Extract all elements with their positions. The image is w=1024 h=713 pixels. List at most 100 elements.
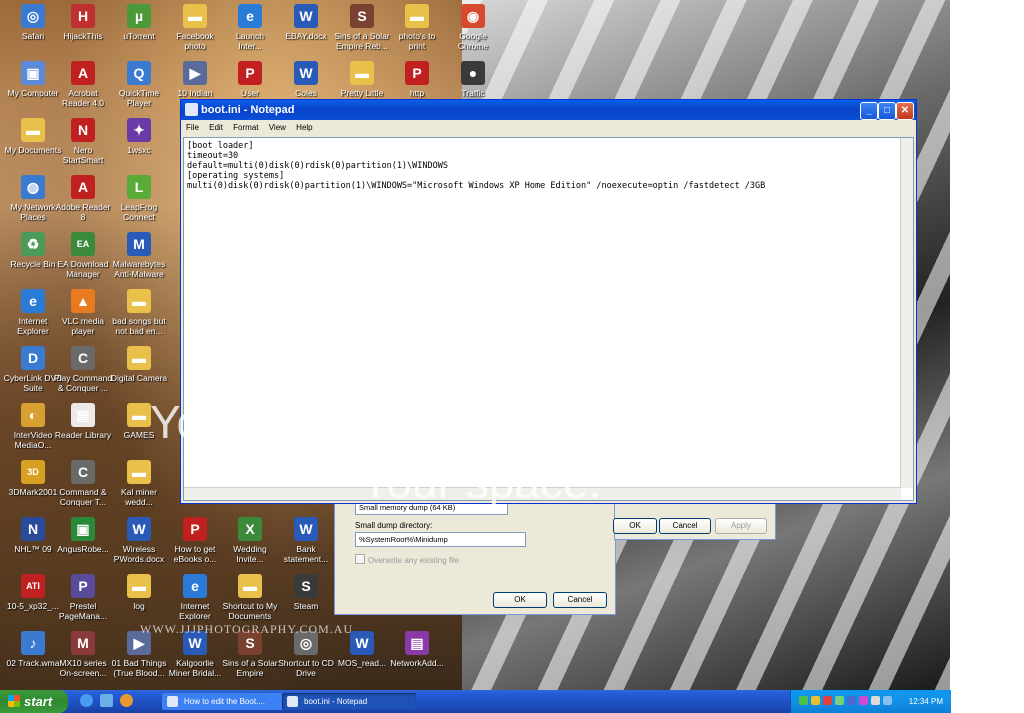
reader-library-icon: ▤ [71, 403, 95, 427]
clock[interactable]: 12:34 PM [909, 690, 943, 713]
tray-icon[interactable] [799, 696, 808, 705]
desktop-icon[interactable]: ▤ Reader Library [52, 403, 114, 440]
signal-icon[interactable] [835, 696, 844, 705]
my-documents-icon: ▬ [21, 118, 45, 142]
desktop-icon[interactable]: ▬ photo's to print [386, 4, 448, 51]
desktop-icon[interactable]: ▤ NetworkAdd... [386, 631, 448, 668]
desktop-icon[interactable]: ◉ Google Chrome [442, 4, 504, 51]
desktop-icon[interactable]: ▬ log [108, 574, 170, 611]
menu-format[interactable]: Format [233, 123, 258, 132]
desktop-icon[interactable]: ▬ GAMES [108, 403, 170, 440]
desktop-icon[interactable]: S Steam [275, 574, 337, 611]
desktop-icon-label: Kalgoorlie Miner Bridal... [168, 658, 222, 678]
game-icon: S [350, 4, 374, 28]
desktop-icon[interactable]: e Internet Explorer [164, 574, 226, 621]
network-icon[interactable] [883, 696, 892, 705]
word-doc-icon: W [294, 61, 318, 85]
desktop-icon[interactable]: EA EA Download Manager [52, 232, 114, 279]
word-doc-icon: W [127, 517, 151, 541]
desktop-icon[interactable]: ▬ Kal miner wedd... [108, 460, 170, 507]
desktop-icon[interactable]: H HijackThis [52, 4, 114, 41]
desktop-icon[interactable]: e Launch Inter... [219, 4, 281, 51]
desktop-icon[interactable]: P Prestel PageMana... [52, 574, 114, 621]
desktop-icon[interactable]: P User [219, 61, 281, 98]
desktop-icon[interactable]: S Sins of a Solar Empire [219, 631, 281, 678]
taskbar-task-notepad[interactable]: boot.ini - Notepad [282, 693, 416, 710]
ok-button[interactable]: OK [493, 592, 547, 608]
desktop-icon[interactable]: M Malwarebytes Anti-Malware [108, 232, 170, 279]
show-desktop-icon[interactable] [100, 694, 114, 707]
shortcut-folder-icon: ▬ [238, 574, 262, 598]
mx10-icon: M [71, 631, 95, 655]
close-icon[interactable]: ✕ [896, 102, 914, 120]
menu-view[interactable]: View [269, 123, 286, 132]
desktop-icon[interactable]: A Adobe Reader 8 [52, 175, 114, 222]
maximize-icon[interactable]: □ [878, 102, 896, 120]
cancel-button[interactable]: Cancel [659, 518, 711, 534]
desktop-icon[interactable]: ▬ Facebook photo [164, 4, 226, 51]
desktop-icon[interactable]: S Sins of a Solar Empire Reb... [331, 4, 393, 51]
tray-icon[interactable] [823, 696, 832, 705]
menu-file[interactable]: File [186, 123, 199, 132]
menu-edit[interactable]: Edit [209, 123, 223, 132]
recycle-bin-icon: ♻ [21, 232, 45, 256]
desktop-icon[interactable]: C Play Command & Conquer ... [52, 346, 114, 393]
tray-icon[interactable] [847, 696, 856, 705]
start-button[interactable]: start [0, 690, 68, 713]
desktop-icon[interactable]: ▬ bad songs but not bad en... [108, 289, 170, 336]
desktop-icon[interactable]: ● Traffic [442, 61, 504, 98]
tray-icon[interactable] [811, 696, 820, 705]
vertical-scrollbar[interactable] [900, 138, 913, 488]
desktop-icon[interactable]: Phttp [386, 61, 448, 98]
tray-icon[interactable] [859, 696, 868, 705]
desktop-icon[interactable]: X Wedding Invite... [219, 517, 281, 564]
ok-button[interactable]: OK [613, 518, 657, 534]
desktop-icon[interactable]: ▬ Pretty Little [331, 61, 393, 98]
dump-dir-input[interactable]: %SystemRoot%\Minidump [355, 532, 526, 547]
desktop-icon[interactable]: W Coles [275, 61, 337, 98]
utorrent-icon: µ [127, 4, 151, 28]
menu-help[interactable]: Help [296, 123, 312, 132]
desktop-icon[interactable]: ▬ Shortcut to My Documents [219, 574, 281, 621]
desktop-icon[interactable]: M MX10 series On-screen... [52, 631, 114, 678]
desktop-icon[interactable]: W Bank statement... [275, 517, 337, 564]
image-icon: ✦ [127, 118, 151, 142]
cyberlink-icon: D [21, 346, 45, 370]
photo-credit-watermark: WWW.JJJPHOTOGRAPHY.COM.AU [140, 622, 354, 636]
desktop-icon[interactable]: µ uTorrent [108, 4, 170, 41]
desktop-icon[interactable]: W Wireless PWords.docx [108, 517, 170, 564]
desktop-icon-label: Pretty Little [340, 88, 384, 98]
desktop-icon[interactable]: L LeapFrog Connect [108, 175, 170, 222]
desktop-icon[interactable]: P How to get eBooks o... [164, 517, 226, 564]
desktop-icon-label: Acrobat Reader 4.0 [61, 88, 105, 108]
media-player-icon[interactable] [120, 694, 134, 707]
desktop-icon[interactable]: ◎ Shortcut to CD Drive [275, 631, 337, 678]
desktop-icon[interactable]: ▲ VLC media player [52, 289, 114, 336]
desktop-icon[interactable]: ✦ 1wsxc [108, 118, 170, 155]
desktop-icon[interactable]: W Kalgoorlie Miner Bridal... [164, 631, 226, 678]
horizontal-scrollbar[interactable] [184, 487, 901, 500]
desktop-icon[interactable]: ▶ 01 Bad Things (True Blood... [108, 631, 170, 678]
desktop-icon[interactable]: A Acrobat Reader 4.0 [52, 61, 114, 108]
desktop-icon[interactable]: ▣ AngusRobe... [52, 517, 114, 554]
desktop-icon[interactable]: C Command & Conquer T... [52, 460, 114, 507]
overwrite-checkbox[interactable]: Overwrite any existing file [355, 554, 459, 565]
text-editor[interactable]: [boot loader] timeout=30 default=multi(0… [183, 137, 914, 501]
ie-quicklaunch-icon[interactable] [80, 694, 93, 707]
intervideo-icon: ◐ [21, 403, 45, 427]
desktop-icon[interactable]: Q QuickTime Player [108, 61, 170, 108]
quicktime-icon: Q [127, 61, 151, 85]
desktop-icon[interactable]: N Nero StartSmart [52, 118, 114, 165]
volume-icon[interactable] [871, 696, 880, 705]
desktop-icon[interactable]: ▶ 10 Indian [164, 61, 226, 98]
notepad-titlebar[interactable]: boot.ini - Notepad _ □ ✕ [181, 100, 916, 120]
pdf-icon: P [238, 61, 262, 85]
minimize-icon[interactable]: _ [860, 102, 878, 120]
desktop-icon[interactable]: ▬ Digital Camera [108, 346, 170, 383]
editor-content: [boot loader] timeout=30 default=multi(0… [187, 141, 766, 191]
taskbar-task-ie[interactable]: How to edit the Boot.... [162, 693, 296, 710]
cancel-button[interactable]: Cancel [553, 592, 607, 608]
malwarebytes-icon: M [127, 232, 151, 256]
apply-button[interactable]: Apply [715, 518, 767, 534]
desktop-icon[interactable]: W EBAY.docx [275, 4, 337, 41]
